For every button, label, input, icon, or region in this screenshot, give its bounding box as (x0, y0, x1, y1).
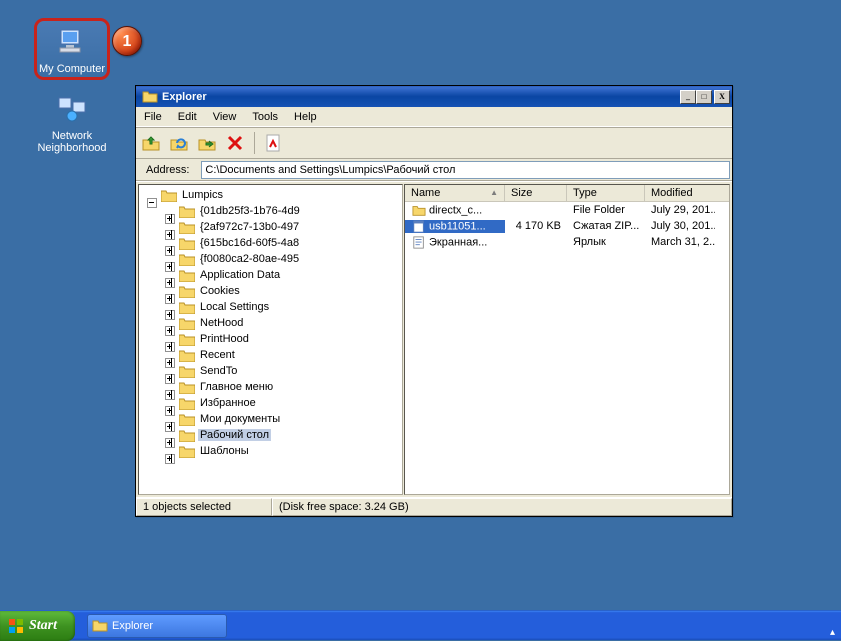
file-row[interactable]: directx_c...File FolderJuly 29, 201... (405, 202, 729, 218)
status-left: 1 objects selected (136, 498, 272, 516)
network-icon (34, 92, 110, 127)
titlebar[interactable]: Explorer _ □ X (136, 86, 732, 107)
menu-tools[interactable]: Tools (244, 109, 286, 125)
toolbar (136, 127, 732, 159)
folder-icon (142, 89, 158, 105)
system-tray-caret-icon[interactable]: ▴ (830, 627, 835, 638)
menu-file[interactable]: File (136, 109, 170, 125)
tree-node[interactable]: Рабочий стол (141, 427, 400, 443)
tree-node[interactable]: Мои документы (141, 411, 400, 427)
toolbar-up-button[interactable] (140, 132, 162, 154)
menu-edit[interactable]: Edit (170, 109, 205, 125)
column-modified[interactable]: Modified (645, 185, 729, 201)
tree-node[interactable]: Cookies (141, 283, 400, 299)
desktop-icon-label: My Computer (37, 63, 107, 75)
tree-node[interactable]: PrintHood (141, 331, 400, 347)
desktop-icon-my-computer[interactable]: My Computer (34, 18, 110, 80)
tree-node[interactable]: Local Settings (141, 299, 400, 315)
folder-tree[interactable]: Lumpics {01db25f3-1b76-4d9{2af972c7-13b0… (138, 184, 403, 495)
tree-node[interactable]: Шаблоны (141, 443, 400, 459)
column-type[interactable]: Type (567, 185, 645, 201)
maximize-button[interactable]: □ (696, 90, 712, 104)
windows-logo-icon (8, 618, 24, 634)
folder-icon (161, 189, 177, 202)
minimize-button[interactable]: _ (680, 90, 696, 104)
address-bar: Address: C:\Documents and Settings\Lumpi… (136, 159, 732, 181)
tree-node[interactable]: SendTo (141, 363, 400, 379)
taskbar-item-explorer[interactable]: Explorer (87, 614, 227, 638)
toolbar-refresh-button[interactable] (168, 132, 190, 154)
annotation-badge-1: 1 (112, 26, 142, 56)
toolbar-separator (254, 132, 255, 154)
taskbar-item-label: Explorer (112, 620, 153, 632)
menu-view[interactable]: View (205, 109, 245, 125)
start-button[interactable]: Start (0, 611, 75, 641)
tree-node[interactable]: {615bc16d-60f5-4a8 (141, 235, 400, 251)
file-list[interactable]: Name▲ Size Type Modified directx_c...Fil… (404, 184, 730, 495)
tree-node[interactable]: Избранное (141, 395, 400, 411)
file-row[interactable]: Экранная...ЯрлыкMarch 31, 2... (405, 234, 729, 250)
tree-node[interactable]: {2af972c7-13b0-497 (141, 219, 400, 235)
toolbar-properties-button[interactable] (263, 132, 285, 154)
tree-node[interactable]: {01db25f3-1b76-4d9 (141, 203, 400, 219)
address-label: Address: (138, 164, 195, 176)
desktop-icon-network[interactable]: Network Neighborhood (34, 92, 110, 154)
file-row[interactable]: usb11051...4 170 KBСжатая ZIP...July 30,… (405, 218, 729, 234)
window-title: Explorer (162, 91, 680, 103)
close-button[interactable]: X (714, 90, 730, 104)
address-input[interactable]: C:\Documents and Settings\Lumpics\Рабочи… (201, 161, 730, 179)
toolbar-delete-button[interactable] (224, 132, 246, 154)
folder-icon (92, 618, 108, 634)
computer-icon (37, 25, 107, 60)
menu-bar: File Edit View Tools Help (136, 107, 732, 127)
list-header: Name▲ Size Type Modified (405, 185, 729, 202)
column-size[interactable]: Size (505, 185, 567, 201)
toolbar-forward-button[interactable] (196, 132, 218, 154)
tree-node[interactable]: Lumpics (180, 189, 225, 201)
start-label: Start (29, 611, 57, 641)
tree-node[interactable]: Application Data (141, 267, 400, 283)
explorer-window: Explorer _ □ X File Edit View Tools Help… (135, 85, 733, 517)
tree-node[interactable]: NetHood (141, 315, 400, 331)
menu-help[interactable]: Help (286, 109, 325, 125)
status-bar: 1 objects selected (Disk free space: 3.2… (136, 497, 732, 516)
desktop-icon-label: Network Neighborhood (34, 130, 110, 154)
taskbar: Start Explorer (0, 610, 841, 640)
tree-node[interactable]: Главное меню (141, 379, 400, 395)
status-right: (Disk free space: 3.24 GB) (272, 498, 732, 516)
column-name[interactable]: Name▲ (405, 185, 505, 201)
tree-node[interactable]: Recent (141, 347, 400, 363)
tree-node[interactable]: {f0080ca2-80ae-495 (141, 251, 400, 267)
